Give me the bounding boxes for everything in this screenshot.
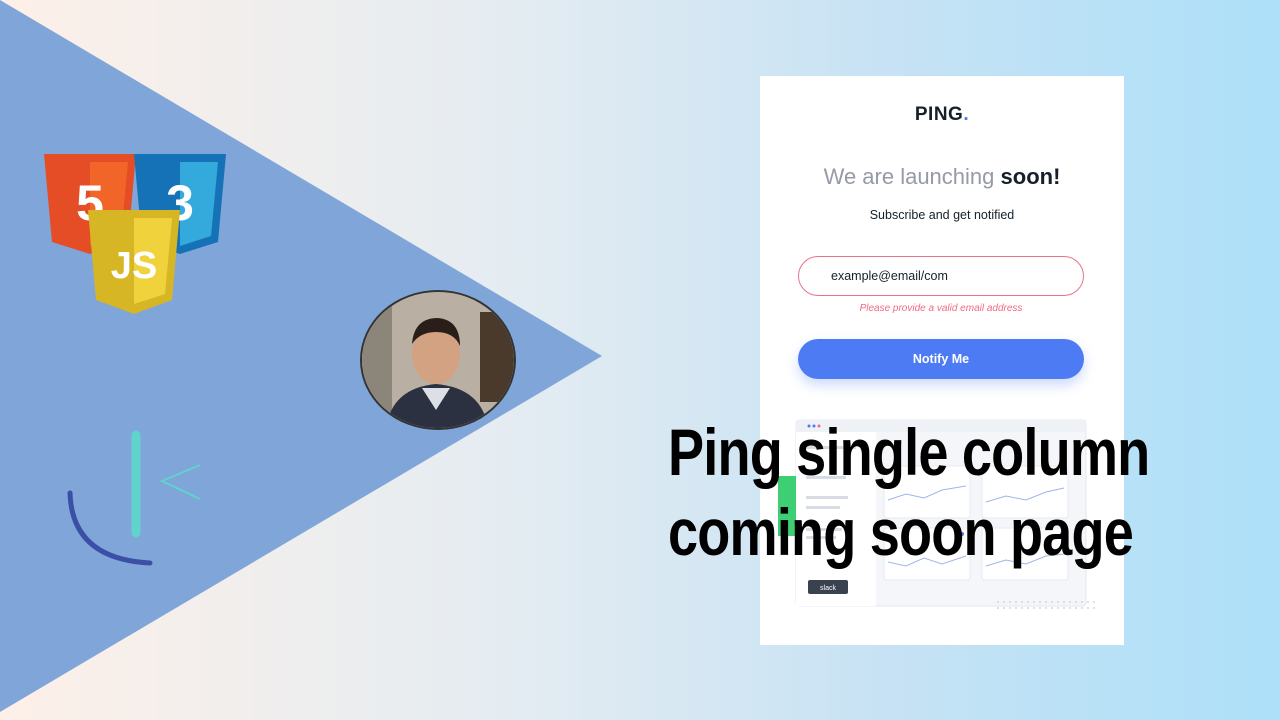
video-title: Ping single column coming soon page [668, 412, 1160, 572]
video-title-line-2: coming soon page [668, 495, 1134, 569]
notify-me-button[interactable]: Notify Me [798, 339, 1084, 379]
js-icon: JS [88, 210, 180, 314]
svg-text:JS: JS [111, 245, 157, 287]
video-title-line-1: Ping single column [668, 415, 1150, 489]
play-triangle-shape [0, 0, 602, 712]
tech-badges: 5 3 JS [40, 150, 230, 320]
svg-text:slack: slack [820, 585, 836, 592]
ping-logo: PING. [914, 104, 970, 125]
subtitle: Subscribe and get notified [869, 208, 1015, 222]
email-error-message: Please provide a valid email address [859, 303, 1023, 314]
headline: We are launching soon! [823, 164, 1061, 189]
channel-logo-icon [67, 430, 201, 566]
presenter-avatar [360, 290, 516, 430]
email-input[interactable] [798, 256, 1084, 296]
